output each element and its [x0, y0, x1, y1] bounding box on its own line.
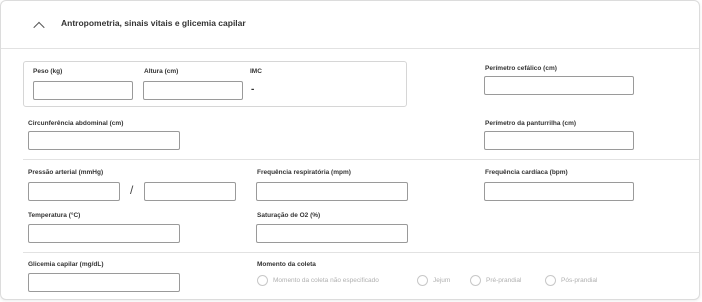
chevron-up-icon[interactable] — [33, 21, 45, 34]
radio-circle[interactable] — [470, 275, 481, 286]
glicemia-label: Glicemia capilar (mg/dL) — [28, 261, 104, 268]
saturacao-input[interactable] — [256, 224, 408, 243]
altura-label: Altura (cm) — [144, 68, 179, 75]
pressao-diastolica-input[interactable] — [144, 182, 236, 201]
radio-option-nao-especificado[interactable]: Momento da coleta não especificado — [257, 275, 379, 286]
section-header[interactable]: Antropometria, sinais vitais e glicemia … — [1, 1, 699, 49]
perimetro-panturrilha-label: Perímetro da panturrilha (cm) — [485, 120, 577, 127]
radio-circle[interactable] — [257, 275, 268, 286]
momento-coleta-label: Momento da coleta — [257, 261, 316, 268]
pressao-sistolica-input[interactable] — [28, 182, 120, 201]
section-title: Antropometria, sinais vitais e glicemia … — [61, 18, 246, 28]
frequencia-cardiaca-label: Frequência cardíaca (bpm) — [485, 169, 568, 176]
radio-label: Pré-prandial — [486, 277, 522, 284]
imc-label: IMC — [250, 68, 262, 75]
frequencia-cardiaca-input[interactable] — [484, 182, 634, 201]
radio-option-pre-prandial[interactable]: Pré-prandial — [470, 275, 521, 286]
frequencia-respiratoria-label: Frequência respiratória (mpm) — [257, 169, 351, 176]
radio-circle[interactable] — [545, 275, 556, 286]
radio-label: Pós-prandial — [561, 277, 598, 284]
saturacao-label: Saturação de O2 (%) — [257, 212, 321, 219]
circunferencia-abdominal-input[interactable] — [28, 131, 180, 150]
vitals-panel: Antropometria, sinais vitais e glicemia … — [0, 0, 700, 300]
radio-label: Momento da coleta não especificado — [273, 277, 379, 284]
radio-circle[interactable] — [417, 275, 428, 286]
pressao-arterial-label: Pressão arterial (mmHg) — [28, 169, 104, 176]
divider — [23, 159, 699, 160]
temperatura-input[interactable] — [28, 224, 180, 243]
radio-label: Jejum — [433, 277, 451, 284]
temperatura-label: Temperatura (°C) — [28, 212, 81, 219]
peso-input[interactable] — [33, 81, 133, 100]
pressao-separator: / — [130, 183, 134, 197]
radio-option-jejum[interactable]: Jejum — [417, 275, 450, 286]
glicemia-input[interactable] — [28, 273, 180, 292]
altura-input[interactable] — [143, 81, 243, 100]
peso-label: Peso (kg) — [33, 68, 63, 75]
perimetro-cefalico-label: Perímetro cefálico (cm) — [485, 65, 557, 72]
radio-option-pos-prandial[interactable]: Pós-prandial — [545, 275, 598, 286]
circunferencia-abdominal-label: Circunferência abdominal (cm) — [28, 120, 124, 127]
frequencia-respiratoria-input[interactable] — [256, 182, 408, 201]
perimetro-cefalico-input[interactable] — [484, 76, 634, 95]
imc-value: - — [251, 84, 255, 95]
divider — [23, 252, 699, 253]
perimetro-panturrilha-input[interactable] — [484, 131, 634, 150]
